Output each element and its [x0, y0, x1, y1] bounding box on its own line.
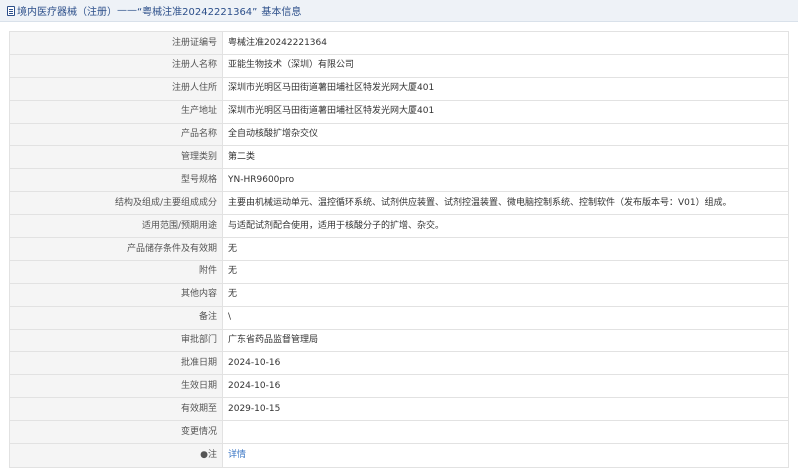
title-category: 境内医疗器械（注册） [17, 7, 117, 18]
row-value-registrant-address: 深圳市光明区马田街道薯田埔社区特发光网大厦401 [222, 76, 789, 101]
table-row: 备注 \ [9, 305, 789, 330]
table-row: 注册证编号 粤械注准20242221364 [9, 31, 789, 55]
row-value-approval-department: 广东省药品监督管理局 [222, 328, 789, 353]
row-value-structure-composition: 主要由机械运动单元、温控循环系统、试剂供应装置、试剂控温装置、微电脑控制系统、控… [222, 191, 789, 216]
row-value-production-address: 深圳市光明区马田街道薯田埔社区特发光网大厦401 [222, 99, 789, 124]
details-link[interactable]: 详情 [228, 450, 246, 460]
title-record-number: “粤械注准20242221364” [137, 7, 258, 18]
row-label-approval-date: 批准日期 [9, 351, 223, 376]
row-label-effective-date: 生效日期 [9, 374, 223, 399]
row-label-remarks: 备注 [9, 305, 223, 330]
table-row: 管理类别 第二类 [9, 145, 789, 170]
table-row: 适用范围/预期用途 与适配试剂配合使用，适用于核酸分子的扩增、杂交。 [9, 214, 789, 239]
table-row: 有效期至 2029-10-15 [9, 397, 789, 422]
row-label-intended-use: 适用范围/预期用途 [9, 214, 223, 239]
row-label-valid-until: 有效期至 [9, 397, 223, 422]
row-value-product-name: 全自动核酸扩增杂交仪 [222, 122, 789, 147]
row-label-management-class: 管理类别 [9, 145, 223, 170]
table-row: 产品储存条件及有效期无 [9, 237, 789, 261]
table-row: 注册人住所 深圳市光明区马田街道薯田埔社区特发光网大厦401 [9, 76, 789, 101]
row-value-management-class: 第二类 [222, 145, 789, 170]
row-value-model-spec: YN-HR9600pro [222, 168, 789, 193]
row-value-effective-date: 2024-10-16 [222, 374, 789, 399]
title-suffix: 基本信息 [261, 7, 302, 18]
table-row: 其他内容无 [9, 282, 789, 307]
table-row: ●注 详情 [9, 443, 789, 469]
row-label-approval-department: 审批部门 [9, 328, 223, 353]
table-row: 附件无 [9, 259, 789, 284]
table-row: 批准日期 2024-10-16 [9, 351, 789, 376]
row-value-attachments: 无 [222, 259, 789, 284]
row-value-change-history [222, 420, 789, 445]
title-separator: —— [117, 5, 137, 16]
row-value-remarks: \ [222, 305, 789, 330]
document-icon [7, 5, 15, 16]
row-label-registration-number: 注册证编号 [9, 31, 223, 55]
row-label-production-address: 生产地址 [9, 99, 223, 124]
row-label-registrant-address: 注册人住所 [9, 76, 223, 101]
table-row: 审批部门 广东省药品监督管理局 [9, 328, 789, 353]
row-value-note: 详情 [222, 443, 789, 469]
table-row: 变更情况 [9, 420, 789, 445]
row-value-valid-until: 2029-10-15 [222, 397, 789, 422]
table-row: 产品名称 全自动核酸扩增杂交仪 [9, 122, 789, 147]
row-label-attachments: 附件 [9, 259, 223, 284]
row-value-registrant-name: 亚能生物技术（深圳）有限公司 [222, 53, 789, 78]
row-label-structure-composition: 结构及组成/主要组成成分 [9, 191, 223, 216]
row-label-change-history: 变更情况 [9, 420, 223, 445]
table-row: 型号规格 YN-HR9600pro [9, 168, 789, 193]
page-title-bar: 境内医疗器械（注册） —— “粤械注准20242221364” 基本信息 [0, 0, 798, 22]
row-value-storage-shelf-life: 无 [222, 237, 789, 261]
table-row: 生产地址 深圳市光明区马田街道薯田埔社区特发光网大厦401 [9, 99, 789, 124]
row-label-storage-shelf-life: 产品储存条件及有效期 [9, 237, 223, 261]
row-value-other-content: 无 [222, 282, 789, 307]
table-row: 注册人名称 亚能生物技术（深圳）有限公司 [9, 53, 789, 78]
row-value-intended-use: 与适配试剂配合使用，适用于核酸分子的扩增、杂交。 [222, 214, 789, 239]
row-value-registration-number: 粤械注准20242221364 [222, 31, 789, 55]
row-label-note: ●注 [9, 443, 223, 469]
row-label-model-spec: 型号规格 [9, 168, 223, 193]
row-label-product-name: 产品名称 [9, 122, 223, 147]
table-row: 生效日期 2024-10-16 [9, 374, 789, 399]
registration-info-table: 注册证编号 粤械注准20242221364 注册人名称 亚能生物技术（深圳）有限公司… [9, 31, 789, 469]
row-value-approval-date: 2024-10-16 [222, 351, 789, 376]
table-row: 结构及组成/主要组成成分 主要由机械运动单元、温控循环系统、试剂供应装置、试剂控温… [9, 191, 789, 216]
row-label-registrant-name: 注册人名称 [9, 53, 223, 78]
row-label-other-content: 其他内容 [9, 282, 223, 307]
